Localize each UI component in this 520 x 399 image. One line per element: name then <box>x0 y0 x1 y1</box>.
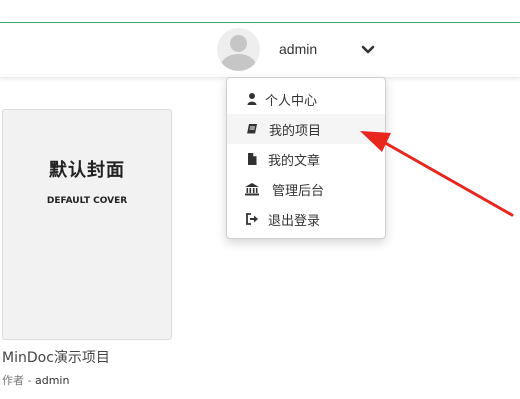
menu-item-label: 我的项目 <box>269 124 322 139</box>
menu-item-label: 我的文章 <box>268 154 321 169</box>
bank-icon <box>244 181 260 197</box>
user-dropdown-menu: 个人中心 我的项目 我的文章 管理后台 退出登录 <box>226 77 386 239</box>
avatar-head <box>230 35 247 52</box>
author-name: admin <box>34 374 70 387</box>
project-name-link[interactable]: MinDoc演示项目 <box>2 347 110 367</box>
book-icon <box>244 121 260 137</box>
menu-item-my-articles[interactable]: 我的文章 <box>227 144 385 174</box>
file-icon <box>244 151 260 167</box>
project-cover-card[interactable]: 默认封面 DEFAULT COVER <box>2 109 172 340</box>
sign-out-icon <box>244 211 260 227</box>
cover-subtitle: DEFAULT COVER <box>46 196 128 206</box>
author-separator: - <box>24 374 35 387</box>
project-author: 作者 - admin <box>2 372 69 388</box>
user-icon <box>244 91 260 107</box>
menu-item-label: 退出登录 <box>268 214 321 229</box>
username[interactable]: admin <box>279 41 317 57</box>
user-avatar-icon[interactable] <box>217 28 260 71</box>
menu-item-admin-panel[interactable]: 管理后台 <box>227 174 385 204</box>
menu-item-label: 管理后台 <box>272 184 325 199</box>
chevron-down-icon[interactable] <box>358 40 378 60</box>
menu-item-logout[interactable]: 退出登录 <box>227 204 385 234</box>
menu-item-label: 个人中心 <box>265 94 318 109</box>
menu-item-my-projects[interactable]: 我的项目 <box>227 114 385 144</box>
menu-item-profile[interactable]: 个人中心 <box>227 84 385 114</box>
avatar-body <box>221 54 256 71</box>
top-header <box>0 23 520 78</box>
cover-title: 默认封面 <box>49 160 125 181</box>
author-label: 作者 <box>2 374 24 387</box>
